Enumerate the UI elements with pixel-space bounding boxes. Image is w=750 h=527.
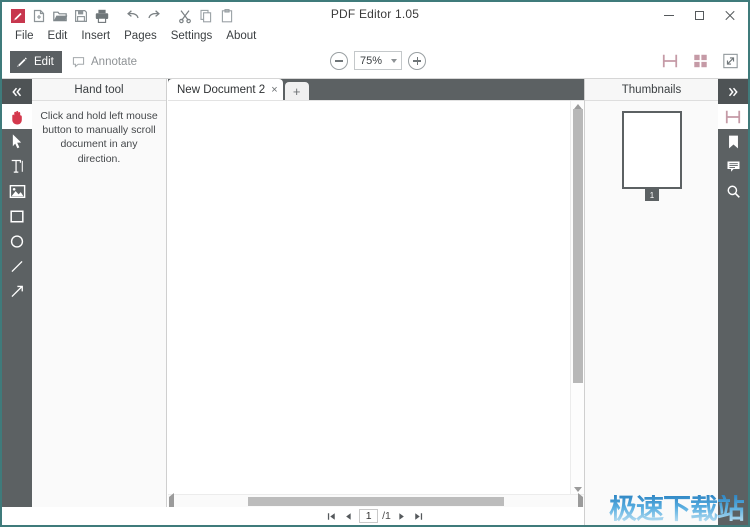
search-icon[interactable] <box>718 179 748 204</box>
single-page-view-icon[interactable] <box>660 51 680 71</box>
menu-about[interactable]: About <box>219 29 263 43</box>
rectangle-tool-icon[interactable] <box>2 204 32 229</box>
thumbnails-panel: Thumbnails 1 <box>584 79 718 525</box>
menu-insert[interactable]: Insert <box>74 29 117 43</box>
thumbnail-item[interactable]: 1 <box>622 111 682 201</box>
cut-icon[interactable] <box>175 6 195 26</box>
window-controls <box>654 2 744 28</box>
annotate-mode-label: Annotate <box>91 56 138 68</box>
image-tool-icon[interactable] <box>2 179 32 204</box>
grid-view-icon[interactable] <box>690 51 710 71</box>
vertical-scrollbar[interactable] <box>570 101 584 494</box>
thumbnail-page-number: 1 <box>645 189 659 201</box>
chevron-double-right-icon <box>728 87 738 96</box>
chevron-down-icon <box>391 59 397 63</box>
tab-label: New Document 2 <box>177 83 266 96</box>
first-page-button[interactable] <box>325 509 338 523</box>
chevron-double-left-icon <box>12 87 22 96</box>
edit-mode-button[interactable]: Edit <box>10 51 62 73</box>
copy-icon[interactable] <box>196 6 216 26</box>
vertical-scroll-thumb[interactable] <box>573 109 583 383</box>
tab-close-icon[interactable]: × <box>271 84 277 96</box>
tool-info-description: Click and hold left mouse button to manu… <box>40 110 158 165</box>
new-tab-button[interactable]: + <box>284 82 309 100</box>
current-page-input[interactable]: 1 <box>359 509 379 523</box>
redo-icon[interactable] <box>144 6 164 26</box>
zoom-level-value: 75% <box>360 54 383 67</box>
thumbnail-page-preview[interactable] <box>622 111 682 189</box>
edit-mode-label: Edit <box>34 56 54 68</box>
maximize-icon <box>694 10 704 20</box>
tab-new-document-2[interactable]: New Document 2 × <box>168 79 283 100</box>
collapse-left-panel-button[interactable] <box>2 79 32 104</box>
menu-bar: File Edit Insert Pages Settings About <box>2 27 748 45</box>
print-icon[interactable] <box>92 6 112 26</box>
view-mode-buttons <box>660 51 740 71</box>
last-page-button[interactable] <box>412 509 425 523</box>
tool-info-title: Hand tool <box>32 79 166 101</box>
thumbnails-title: Thumbnails <box>585 79 718 101</box>
thumbnails-panel-icon[interactable] <box>718 104 748 129</box>
select-cursor-icon[interactable] <box>2 129 32 154</box>
fullscreen-icon[interactable] <box>720 51 740 71</box>
caret-up-icon <box>574 103 582 109</box>
ellipse-tool-icon[interactable] <box>2 229 32 254</box>
edit-pdf-icon[interactable] <box>8 6 28 26</box>
speech-bubble-icon <box>72 57 85 68</box>
paste-icon[interactable] <box>217 6 237 26</box>
maximize-button[interactable] <box>684 3 714 27</box>
mode-toolbar: Edit Annotate 75% <box>2 46 748 79</box>
close-button[interactable] <box>714 3 744 27</box>
pencil-icon <box>17 57 27 67</box>
total-pages-label: /1 <box>382 510 391 522</box>
text-tool-icon[interactable] <box>2 154 32 179</box>
close-icon <box>724 10 735 21</box>
zoom-controls: 75% <box>330 51 426 70</box>
save-icon[interactable] <box>71 6 91 26</box>
menu-pages[interactable]: Pages <box>117 29 164 43</box>
open-folder-icon[interactable] <box>50 6 70 26</box>
pdf-editor-window: PDF Editor 1.05 File Edit Insert Pages S… <box>0 0 750 527</box>
icon-toolbar <box>2 4 237 28</box>
hand-tool-icon[interactable] <box>2 104 32 129</box>
undo-icon[interactable] <box>123 6 143 26</box>
next-page-button[interactable] <box>395 509 408 523</box>
arrow-tool-icon[interactable] <box>2 279 32 304</box>
zoom-level-select[interactable]: 75% <box>354 51 402 70</box>
site-watermark: 极速下载站 <box>608 492 745 525</box>
horizontal-scroll-thumb[interactable] <box>248 497 504 506</box>
right-icon-rail <box>718 79 748 525</box>
document-page-canvas[interactable] <box>168 101 570 494</box>
tool-rail <box>2 79 32 525</box>
line-tool-icon[interactable] <box>2 254 32 279</box>
first-page-icon <box>328 512 335 520</box>
horizontal-scrollbar[interactable] <box>168 493 584 518</box>
next-page-icon <box>399 512 404 520</box>
caret-down-icon <box>574 486 582 492</box>
tool-info-panel: Hand tool Click and hold left mouse butt… <box>32 79 167 525</box>
tab-strip: New Document 2 × + <box>168 79 584 100</box>
previous-page-icon <box>346 512 351 520</box>
comments-icon[interactable] <box>718 154 748 179</box>
zoom-out-button[interactable] <box>330 51 348 70</box>
last-page-icon <box>415 512 422 520</box>
menu-settings[interactable]: Settings <box>164 29 220 43</box>
bookmark-icon[interactable] <box>718 129 748 154</box>
expand-right-panel-button[interactable] <box>718 79 748 104</box>
previous-page-button[interactable] <box>342 509 355 523</box>
new-document-icon[interactable] <box>29 6 49 26</box>
menu-edit[interactable]: Edit <box>41 29 75 43</box>
document-viewport[interactable] <box>168 100 584 494</box>
annotate-mode-button[interactable]: Annotate <box>66 51 145 73</box>
minimize-button[interactable] <box>654 3 684 27</box>
minimize-icon <box>664 14 674 16</box>
zoom-in-button[interactable] <box>408 51 426 70</box>
menu-file[interactable]: File <box>8 29 41 43</box>
